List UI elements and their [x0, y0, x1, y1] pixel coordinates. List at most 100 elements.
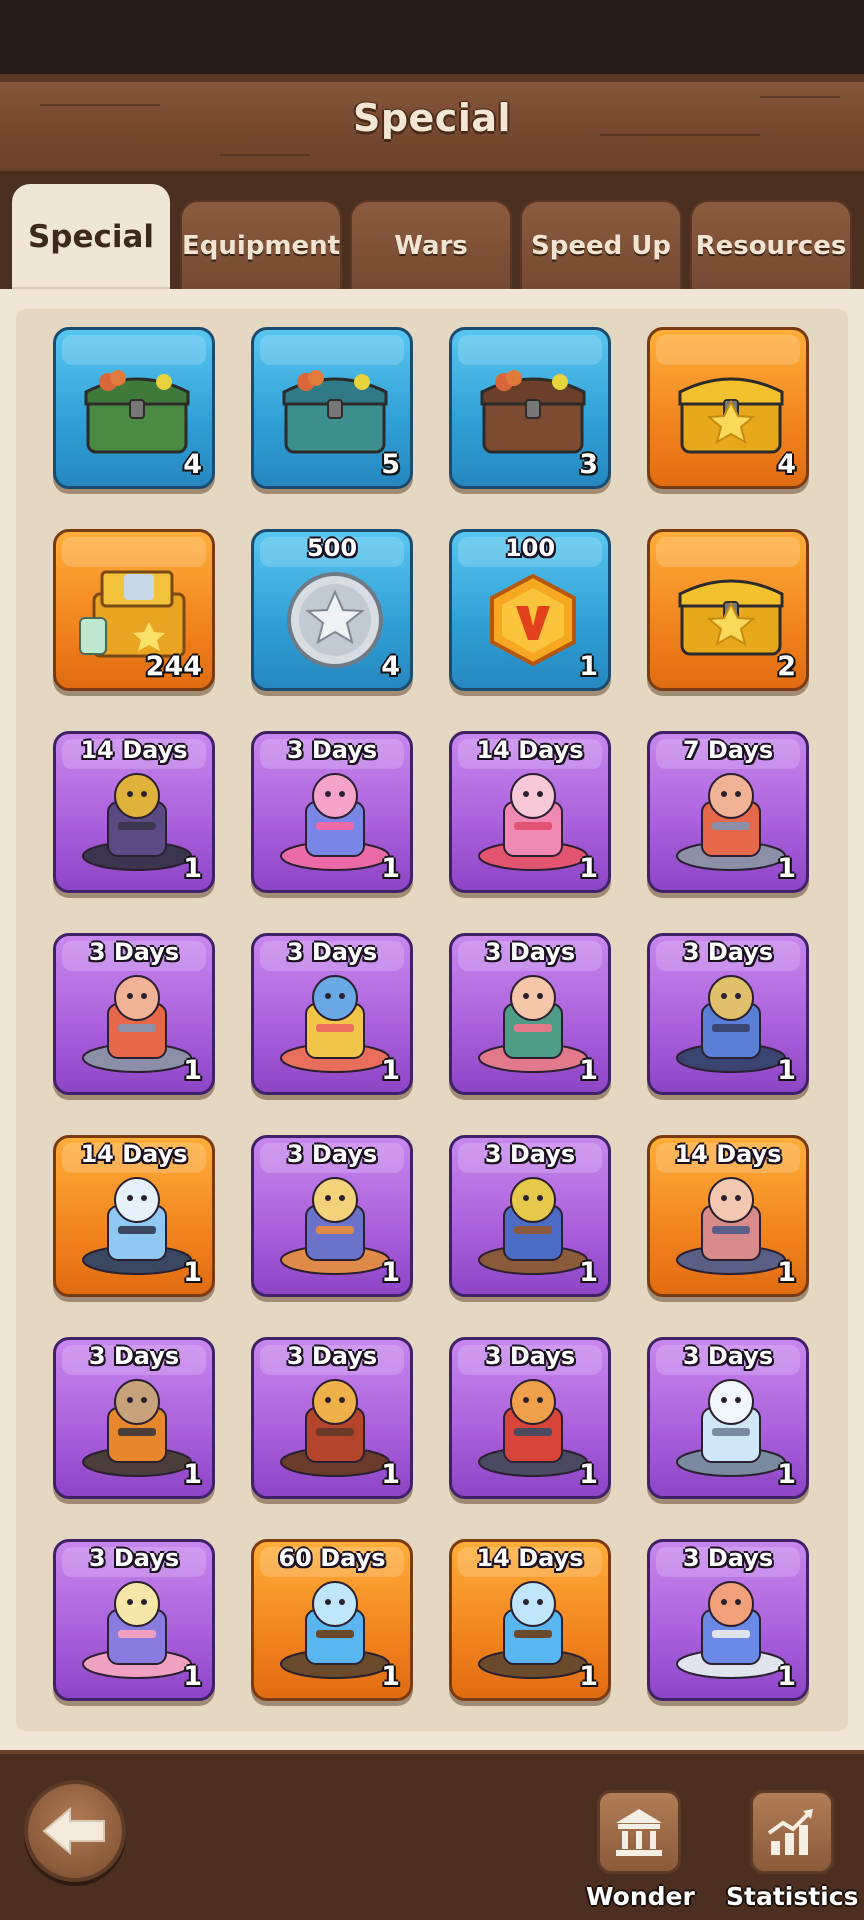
item-duration-label: 60 Days: [278, 1544, 386, 1572]
silver-star-coin-icon: [272, 554, 398, 672]
item-quantity: 1: [381, 1257, 400, 1288]
tab-special[interactable]: Special: [12, 184, 170, 289]
item-duration-label: 14 Days: [476, 736, 584, 764]
inventory-item[interactable]: 3 Days 1: [251, 1337, 413, 1499]
item-quantity: 1: [183, 1661, 202, 1692]
item-duration-label: 14 Days: [80, 736, 188, 764]
item-quantity: 2: [777, 651, 796, 682]
item-quantity: 1: [381, 1661, 400, 1692]
inventory-item[interactable]: 2: [647, 529, 809, 691]
inventory-item[interactable]: 3 Days 1: [647, 1337, 809, 1499]
item-grid: 4 5 3 4 244 500 4 100 1 2 14 Days 1 3 Days 1 14 Days 1 7…: [16, 309, 848, 1731]
wonder-button[interactable]: [597, 1790, 681, 1874]
inventory-item[interactable]: 3: [449, 327, 611, 489]
item-quantity: 1: [777, 1055, 796, 1086]
inventory-item[interactable]: 244: [53, 529, 215, 691]
inventory-item[interactable]: 14 Days 1: [53, 731, 215, 893]
item-duration-label: 14 Days: [80, 1140, 188, 1168]
gold-star-chest-icon: [668, 554, 794, 672]
observatory-skin-icon: [668, 958, 794, 1076]
item-quantity: 1: [381, 853, 400, 884]
item-duration-label: 3 Days: [484, 1140, 576, 1168]
item-duration-label: 3 Days: [88, 938, 180, 966]
sea-monster-skin-icon: [470, 958, 596, 1076]
item-duration-label: 3 Days: [286, 938, 378, 966]
inventory-item[interactable]: 4: [647, 327, 809, 489]
bottom-bar: Wonder Statistics: [0, 1750, 864, 1920]
inventory-item[interactable]: 4: [53, 327, 215, 489]
gold-star-chest-icon: [668, 352, 794, 470]
item-duration-label: 3 Days: [88, 1342, 180, 1370]
red-mech-skin-icon: [470, 1362, 596, 1480]
inventory-item[interactable]: 3 Days 1: [251, 933, 413, 1095]
item-duration-label: 3 Days: [286, 736, 378, 764]
inventory-item[interactable]: 500 4: [251, 529, 413, 691]
inventory-item[interactable]: 14 Days 1: [647, 1135, 809, 1297]
statistics-label: Statistics: [726, 1882, 859, 1911]
statistics-icon: [767, 1809, 813, 1855]
inventory-item[interactable]: 3 Days 1: [53, 1539, 215, 1701]
item-quantity: 4: [777, 449, 796, 480]
wonder-label: Wonder: [586, 1882, 695, 1911]
item-duration-label: 7 Days: [682, 736, 774, 764]
inventory-item[interactable]: 7 Days 1: [647, 731, 809, 893]
dark-fortress-skin-icon: [74, 756, 200, 874]
inventory-item[interactable]: 14 Days 1: [449, 1539, 611, 1701]
back-button[interactable]: [24, 1780, 126, 1882]
easter-egg-skin-icon: [272, 958, 398, 1076]
tab-resources[interactable]: Resources: [690, 200, 852, 289]
statistics-button[interactable]: [750, 1790, 834, 1874]
item-duration-label: 3 Days: [286, 1140, 378, 1168]
item-quantity: 1: [579, 1257, 598, 1288]
inventory-item[interactable]: 3 Days 1: [449, 1135, 611, 1297]
tab-equipment[interactable]: Equipment: [180, 200, 342, 289]
inventory-item[interactable]: 3 Days 1: [53, 933, 215, 1095]
item-quantity: 1: [579, 1459, 598, 1490]
tab-speed-up[interactable]: Speed Up: [520, 200, 682, 289]
inventory-item[interactable]: 3 Days 1: [53, 1337, 215, 1499]
item-duration-label: 3 Days: [682, 938, 774, 966]
title-bar: Special: [0, 74, 864, 174]
item-quantity: 3: [579, 449, 598, 480]
genie-boat-skin-icon: [272, 1564, 398, 1682]
item-quantity: 1: [777, 853, 796, 884]
ship-cannon-skin-icon: [470, 1160, 596, 1278]
pink-bunny-rose-skin-icon: [470, 756, 596, 874]
item-quantity: 1: [381, 1459, 400, 1490]
ice-fortress-skin-icon: [74, 1160, 200, 1278]
inventory-item[interactable]: 60 Days 1: [251, 1539, 413, 1701]
wonder-icon: [616, 1809, 662, 1856]
turkey-skin-icon: [272, 1362, 398, 1480]
genie-boat-skin-icon: [470, 1564, 596, 1682]
inventory-item[interactable]: 100 1: [449, 529, 611, 691]
item-quantity: 1: [183, 853, 202, 884]
inventory-item[interactable]: 14 Days 1: [449, 731, 611, 893]
inventory-item[interactable]: 5: [251, 327, 413, 489]
storybook-skin-icon: [74, 1564, 200, 1682]
crab-base-skin-icon: [668, 756, 794, 874]
pumpkin-cat-skin-icon: [74, 1362, 200, 1480]
item-quantity: 244: [145, 651, 202, 682]
inventory-item[interactable]: 3 Days 1: [449, 1337, 611, 1499]
item-duration-label: 3 Days: [682, 1544, 774, 1572]
item-duration-label: 500: [306, 534, 358, 562]
inventory-item[interactable]: 3 Days 1: [449, 933, 611, 1095]
item-quantity: 4: [381, 651, 400, 682]
item-quantity: 1: [183, 1257, 202, 1288]
snow-cat-skin-icon: [668, 1362, 794, 1480]
inventory-item[interactable]: 14 Days 1: [53, 1135, 215, 1297]
inventory-item[interactable]: 3 Days 1: [647, 933, 809, 1095]
item-quantity: 1: [183, 1459, 202, 1490]
green-chest-icon: [74, 352, 200, 470]
item-quantity: 5: [381, 449, 400, 480]
item-quantity: 1: [183, 1055, 202, 1086]
inventory-item[interactable]: 3 Days 1: [647, 1539, 809, 1701]
item-quantity: 1: [579, 651, 598, 682]
item-quantity: 4: [183, 449, 202, 480]
content-panel: 4 5 3 4 244 500 4 100 1 2 14 Days 1 3 Days 1 14 Days 1 7…: [0, 289, 864, 1750]
item-duration-label: 3 Days: [286, 1342, 378, 1370]
tab-wars[interactable]: Wars: [350, 200, 512, 289]
item-duration-label: 3 Days: [484, 1342, 576, 1370]
inventory-item[interactable]: 3 Days 1: [251, 731, 413, 893]
inventory-item[interactable]: 3 Days 1: [251, 1135, 413, 1297]
